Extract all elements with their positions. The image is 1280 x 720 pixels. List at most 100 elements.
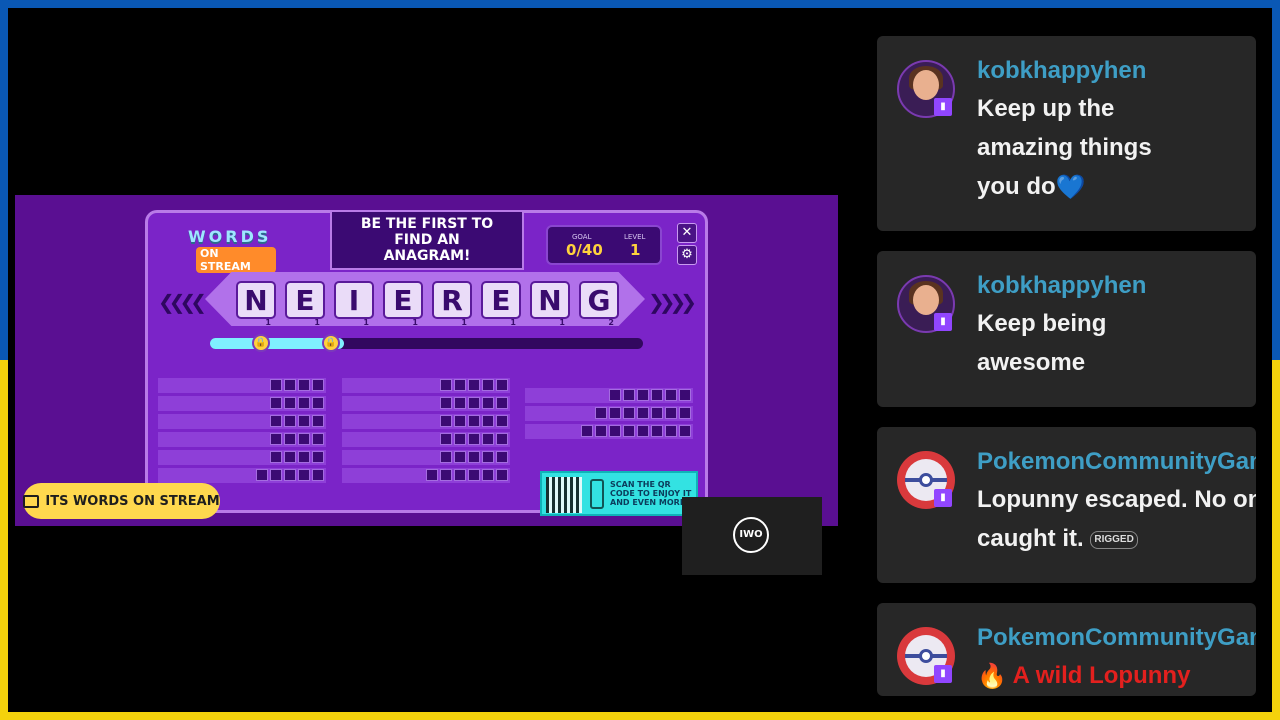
letter-score: 1	[510, 318, 516, 327]
answer-letter-slot	[298, 433, 310, 445]
answer-letter-slot	[482, 397, 494, 409]
answer-letter-slot	[284, 379, 296, 391]
answer-letter-slot	[623, 425, 635, 437]
answer-letter-slot	[679, 425, 691, 437]
answer-letter-slot	[482, 469, 494, 481]
answer-letter-slot	[270, 397, 282, 409]
right-arrows-icon: ❯❯❯❯	[648, 290, 697, 314]
answer-letter-slot	[440, 469, 452, 481]
monitor-icon	[23, 494, 40, 508]
words-on-stream-pill: ITS WORDS ON STREAM	[23, 483, 220, 519]
answer-letter-slot	[454, 415, 466, 427]
answer-letter-slot	[665, 407, 677, 419]
twitch-badge-icon: ▮	[934, 665, 952, 683]
answer-letter-slot	[426, 469, 438, 481]
answer-letter-slot	[609, 389, 621, 401]
twitch-badge-icon: ▮	[934, 489, 952, 507]
chat-message: ▮ kobkhappyhen Keep up the amazing thing…	[877, 36, 1256, 231]
letter-score: 1	[314, 318, 320, 327]
answer-letter-slot	[651, 389, 663, 401]
answer-letter-slot	[256, 469, 268, 481]
iwo-logo: IWO	[733, 517, 769, 553]
level-label: LEVEL	[624, 233, 646, 241]
answer-letter-slot	[454, 469, 466, 481]
twitch-badge-icon: ▮	[934, 98, 952, 116]
answer-letter-slot	[312, 379, 324, 391]
letter-tile: E1	[383, 281, 423, 327]
answer-letter-slot	[468, 397, 480, 409]
chat-message-text: 🔥 A wild Lopunny	[977, 656, 1247, 696]
qr-promo[interactable]: SCAN THE QR CODE TO ENJOY IT AND EVEN MO…	[540, 471, 698, 516]
answer-letter-slot	[651, 407, 663, 419]
answer-letter-slot	[496, 451, 508, 463]
answer-letter-slot	[270, 451, 282, 463]
letter-tile: E1	[285, 281, 325, 327]
answer-letter-slot	[298, 451, 310, 463]
chat-username: PokemonCommunityGame	[977, 448, 1256, 475]
answer-letter-slot	[312, 469, 324, 481]
answer-letter-slot	[496, 379, 508, 391]
logo-on-stream: ON STREAM	[196, 247, 276, 273]
answer-letter-slot	[312, 397, 324, 409]
goal-value: 0/40	[566, 241, 603, 259]
answer-letter-slot	[496, 433, 508, 445]
answer-letter-slot	[482, 379, 494, 391]
lock-icon: 🔒	[322, 334, 340, 352]
answer-letter-slot	[482, 451, 494, 463]
answer-letter-slot	[609, 407, 621, 419]
answer-letter-slot	[454, 433, 466, 445]
settings-gear-icon[interactable]: ⚙	[677, 245, 697, 265]
answer-letter-slot	[468, 433, 480, 445]
letter-score: 1	[363, 318, 369, 327]
answer-letter-slot	[270, 469, 282, 481]
answer-letter-slot	[298, 379, 310, 391]
answer-letter-slot	[270, 379, 282, 391]
chat-message-text: Keep up the amazing things you do💙	[977, 89, 1247, 207]
answer-letter-slot	[454, 451, 466, 463]
answer-letter-slot	[454, 397, 466, 409]
answer-letter-slot	[468, 469, 480, 481]
chat-username: kobkhappyhen	[977, 57, 1147, 84]
letter-score: 1	[412, 318, 418, 327]
lock-icon: 🔒	[252, 334, 270, 352]
close-icon[interactable]: ✕	[677, 223, 697, 243]
answer-letter-slot	[595, 407, 607, 419]
letter-tile: I1	[334, 281, 374, 327]
heart-emote-icon: 💙	[1055, 174, 1086, 202]
twitch-badge-icon: ▮	[934, 313, 952, 331]
iwo-overlay: IWO	[682, 497, 822, 575]
answer-letter-slot	[440, 433, 452, 445]
answer-letter-slot	[665, 389, 677, 401]
answer-letter-slot	[496, 397, 508, 409]
answer-letter-slot	[312, 415, 324, 427]
answer-letter-slot	[270, 415, 282, 427]
answer-letter-slot	[623, 389, 635, 401]
answer-letter-slot	[298, 397, 310, 409]
answer-letter-slot	[440, 415, 452, 427]
answer-letter-slot	[298, 415, 310, 427]
answer-letter-slot	[496, 415, 508, 427]
answer-letter-slot	[665, 425, 677, 437]
chat-username: PokemonCommunityGame	[977, 624, 1256, 651]
answer-letter-slot	[284, 415, 296, 427]
answer-letter-slot	[312, 433, 324, 445]
phone-icon	[590, 479, 604, 509]
flame-emote-icon: 🔥	[977, 663, 1007, 691]
game-banner: BE THE FIRST TO FIND AN ANAGRAM!	[330, 210, 524, 270]
answer-letter-slot	[284, 397, 296, 409]
banner-text: BE THE FIRST TO FIND AN ANAGRAM!	[360, 216, 494, 264]
answer-letter-slot	[637, 389, 649, 401]
answer-letter-slot	[468, 451, 480, 463]
answer-letter-slot	[595, 425, 607, 437]
answer-letter-slot	[679, 407, 691, 419]
progress-bar	[210, 338, 643, 349]
answer-letter-slot	[298, 469, 310, 481]
chat-message-text: Keep being awesome	[977, 310, 1107, 376]
left-arrows-icon: ❮❮❮❮	[158, 290, 207, 314]
answer-letter-slot	[609, 425, 621, 437]
letter-tile: G2	[579, 281, 619, 327]
answer-letter-slot	[637, 425, 649, 437]
letter-score: 1	[461, 318, 467, 327]
chat-message: ▮ PokemonCommunityGame Lopunny escaped. …	[877, 427, 1256, 583]
answer-letter-slot	[482, 415, 494, 427]
